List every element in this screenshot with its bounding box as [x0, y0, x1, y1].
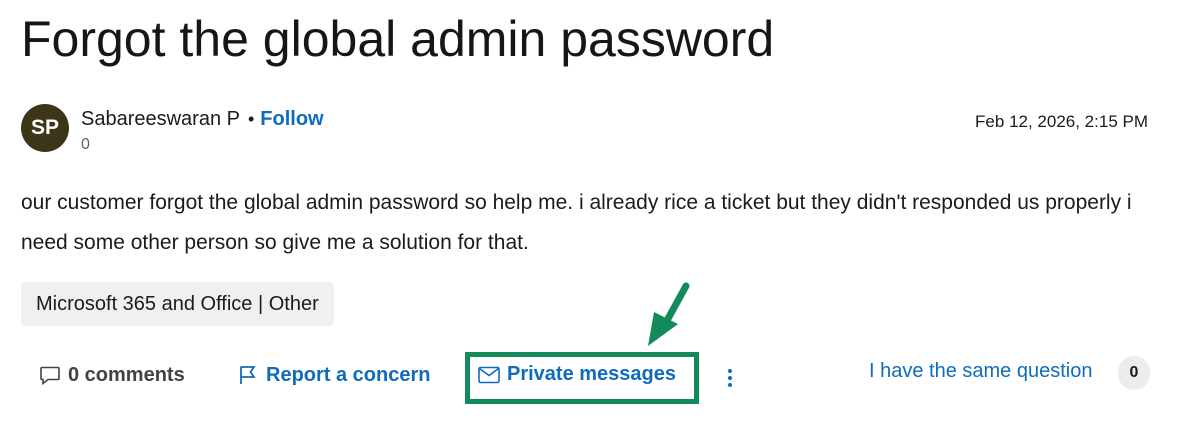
comment-icon	[38, 363, 62, 387]
comments-label: 0 comments	[68, 363, 185, 386]
same-question-count: 0	[1118, 356, 1150, 390]
separator-dot: •	[247, 109, 255, 129]
mail-icon	[478, 366, 500, 384]
private-messages-link[interactable]: Private messages	[478, 363, 676, 386]
question-body: our customer forgot the global admin pas…	[21, 191, 1132, 254]
author-reputation: 0	[81, 136, 90, 153]
flag-icon	[236, 363, 260, 387]
follow-link[interactable]: Follow	[260, 108, 323, 131]
avatar[interactable]: SP	[21, 104, 69, 152]
report-label: Report a concern	[266, 363, 431, 386]
post-date: Feb 12, 2026, 2:15 PM	[975, 112, 1148, 131]
annotation-arrow-icon	[648, 282, 690, 346]
product-tag[interactable]: Microsoft 365 and Office | Other	[21, 282, 334, 326]
comments-button[interactable]: 0 comments	[38, 363, 185, 387]
author-line: Sabareeswaran P • Follow	[81, 108, 324, 131]
report-concern-link[interactable]: Report a concern	[236, 363, 430, 387]
author-name[interactable]: Sabareeswaran P	[81, 108, 240, 131]
question-title: Forgot the global admin password	[21, 11, 775, 67]
private-messages-label: Private messages	[507, 363, 677, 385]
more-vertical-icon[interactable]	[722, 366, 738, 390]
same-question-link[interactable]: I have the same question	[869, 360, 1092, 383]
